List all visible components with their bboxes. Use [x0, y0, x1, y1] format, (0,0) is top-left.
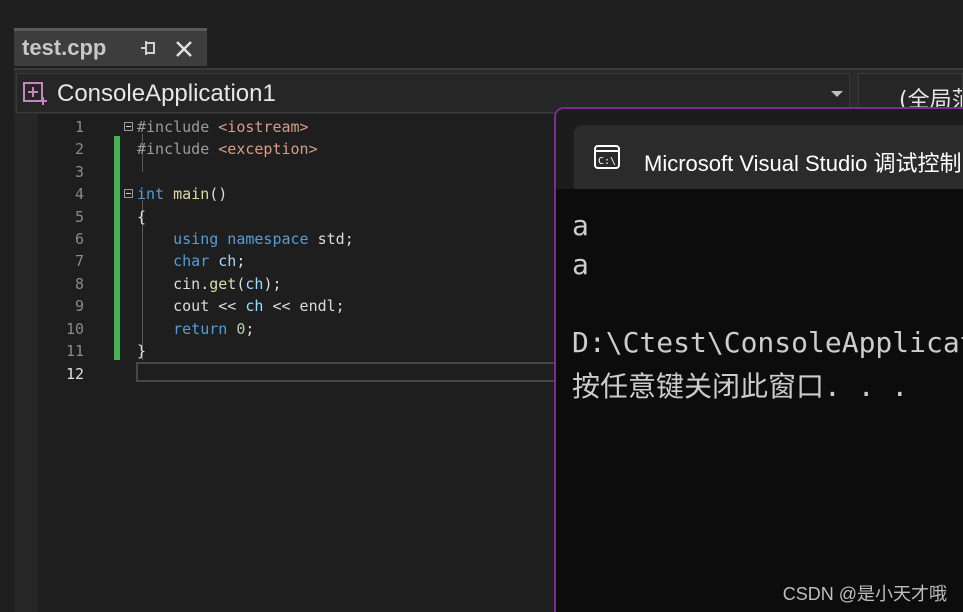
watermark: CSDN @是小天才哦	[782, 584, 947, 604]
console-output-line: a	[572, 248, 589, 281]
code-line: int main()	[137, 185, 228, 203]
console-title-bar: C:\ Microsoft Visual Studio 调试控制台	[556, 109, 963, 189]
console-tab[interactable]: C:\ Microsoft Visual Studio 调试控制台	[574, 125, 963, 189]
console-output-line: 按任意键关闭此窗口. . .	[572, 370, 909, 403]
line-number: 1	[74, 118, 84, 136]
code-line: cin.get(ch);	[137, 275, 282, 293]
code-line: using namespace std;	[173, 230, 354, 248]
console-output-line: D:\Ctest\ConsoleApplication1\x64\Debug\C…	[572, 326, 963, 359]
line-number: 10	[65, 320, 84, 338]
console-title: Microsoft Visual Studio 调试控制台	[644, 151, 963, 176]
console-output-line: a	[572, 209, 589, 242]
line-number: 4	[74, 185, 84, 203]
close-icon[interactable]	[174, 39, 194, 59]
code-line: {	[137, 208, 147, 226]
tab-test-cpp[interactable]: test.cpp	[14, 28, 207, 66]
pin-icon[interactable]	[140, 40, 158, 58]
line-number: 11	[65, 342, 84, 360]
line-number: 8	[74, 275, 84, 293]
code-line: #include <iostream>	[137, 118, 309, 136]
code-line: #include <exception>	[137, 140, 318, 158]
current-line-number: 12	[65, 365, 84, 383]
line-number: 9	[74, 297, 84, 315]
change-indicator-bar	[114, 136, 120, 360]
glyph-margin	[14, 114, 38, 612]
chevron-down-icon[interactable]	[831, 91, 843, 97]
line-number: 6	[74, 230, 84, 248]
fold-toggle-icon[interactable]	[124, 122, 133, 131]
code-line: cout << ch << endl;	[137, 297, 345, 315]
line-number: 2	[74, 140, 84, 158]
svg-text:C:\: C:\	[598, 156, 616, 167]
code-line: }	[137, 342, 147, 360]
tab-title: test.cpp	[22, 35, 107, 60]
code-line: return 0;	[173, 320, 255, 338]
line-number: 7	[74, 252, 84, 270]
command-prompt-icon: C:\	[594, 145, 620, 169]
project-name: ConsoleApplication1	[57, 80, 276, 107]
current-line-highlight	[136, 362, 566, 382]
line-number: 5	[74, 208, 84, 226]
code-line: char ch;	[173, 252, 246, 270]
project-icon	[23, 82, 47, 105]
debug-console-window[interactable]: C:\ Microsoft Visual Studio 调试控制台 a a D:…	[554, 107, 963, 612]
fold-toggle-icon[interactable]	[124, 189, 133, 198]
line-number: 3	[74, 163, 84, 181]
